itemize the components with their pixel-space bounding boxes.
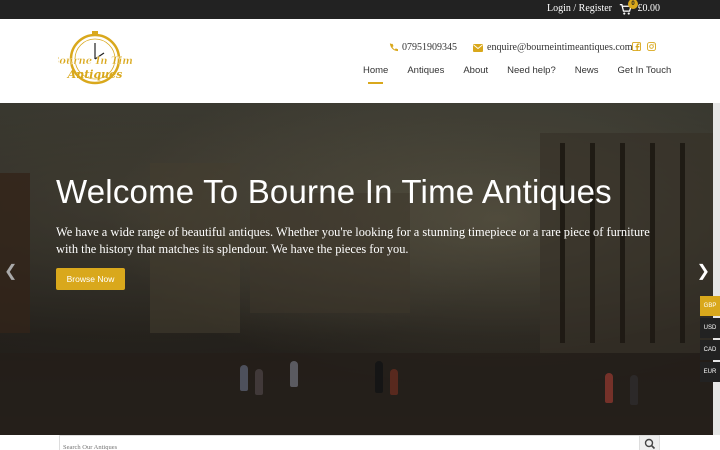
login-register-link[interactable]: Login / Register <box>547 3 612 14</box>
svg-text:Antiques: Antiques <box>67 68 123 81</box>
search-icon <box>644 438 656 450</box>
main-nav: Home Antiques About Need help? News Get … <box>363 65 690 84</box>
hero-title: Welcome To Bourne In Time Antiques <box>56 173 612 210</box>
instagram-icon[interactable] <box>647 42 656 51</box>
currency-eur[interactable]: EUR <box>700 362 720 382</box>
hero-slider: Welcome To Bourne In Time Antiques We ha… <box>0 103 713 435</box>
slider-prev-icon[interactable]: ❮ <box>4 261 17 281</box>
currency-gbp[interactable]: GBP <box>700 296 720 316</box>
nav-need-help[interactable]: Need help? <box>507 65 556 76</box>
hero-description: We have a wide range of beautiful antiqu… <box>56 225 650 256</box>
phone-number: 07951909345 <box>402 42 457 53</box>
slider-next-icon[interactable]: ❯ <box>697 261 710 281</box>
browse-now-button[interactable]: Browse Now <box>56 268 125 290</box>
envelope-icon <box>473 43 483 52</box>
phone-icon <box>389 43 398 52</box>
nav-about[interactable]: About <box>463 65 488 76</box>
top-bar: Login / Register 0 £0.00 <box>0 0 720 19</box>
svg-text:Bourne In Time: Bourne In Time <box>58 56 132 67</box>
nav-home[interactable]: Home <box>363 65 388 84</box>
site-logo[interactable]: Bourne In Time Antiques <box>58 29 132 95</box>
search-bar <box>59 435 660 450</box>
search-button[interactable] <box>639 436 659 450</box>
phone-contact[interactable]: 07951909345 <box>389 42 457 53</box>
page-scrollbar[interactable] <box>713 103 720 435</box>
site-header: Bourne In Time Antiques 07951909345 enqu… <box>0 19 720 103</box>
nav-get-in-touch[interactable]: Get In Touch <box>618 65 672 76</box>
cart-count-badge: 0 <box>628 0 638 9</box>
nav-news[interactable]: News <box>575 65 599 76</box>
social-links <box>632 42 656 51</box>
email-contact[interactable]: enquire@bourneintimeantiques.com <box>473 42 633 53</box>
nav-antiques[interactable]: Antiques <box>407 65 444 76</box>
email-address: enquire@bourneintimeantiques.com <box>487 42 633 53</box>
cart-total[interactable]: £0.00 <box>638 3 661 14</box>
facebook-icon[interactable] <box>632 42 641 51</box>
currency-cad[interactable]: CAD <box>700 340 720 360</box>
search-input[interactable] <box>60 440 630 450</box>
currency-usd[interactable]: USD <box>700 318 720 338</box>
